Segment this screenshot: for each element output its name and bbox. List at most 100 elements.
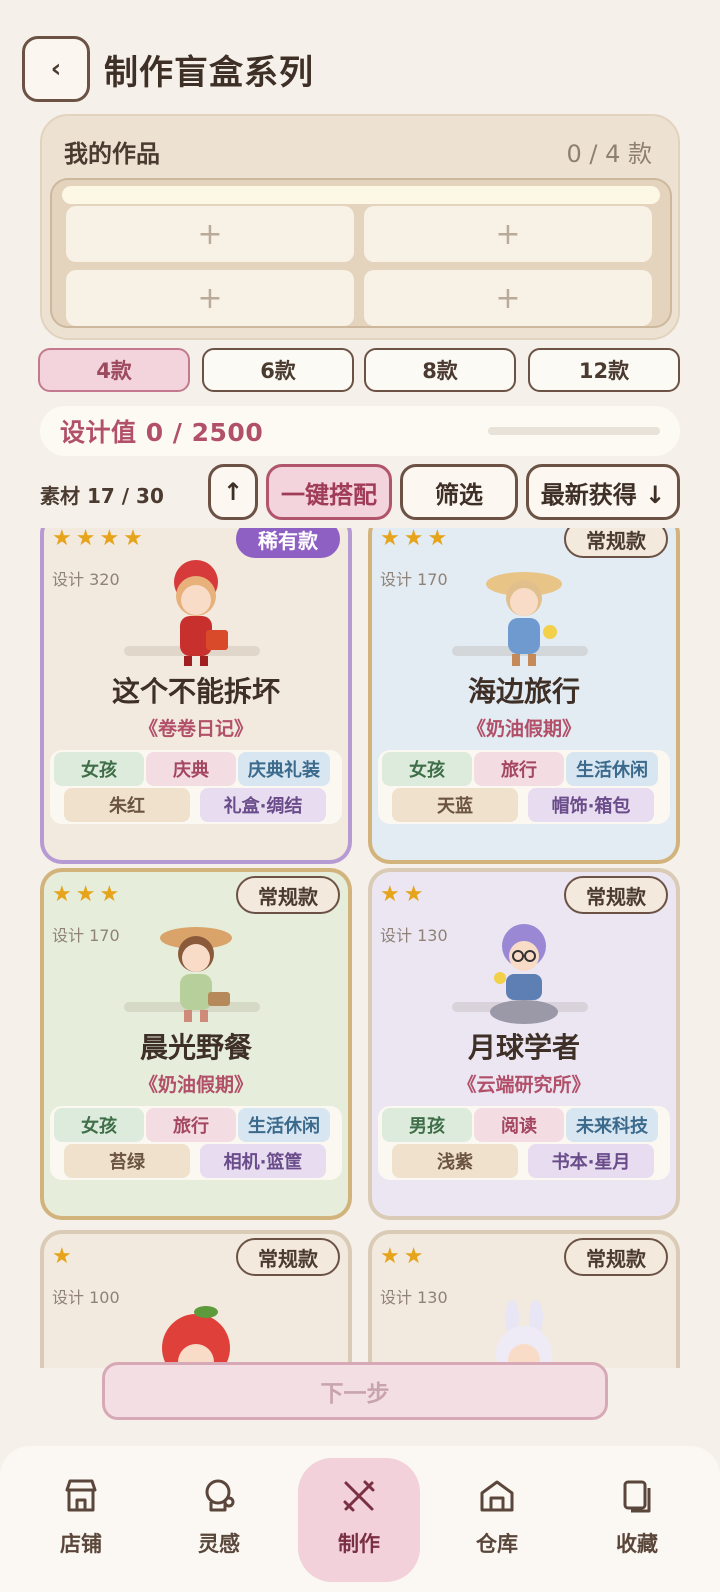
nav-label: 灵感 xyxy=(198,1532,240,1556)
store-icon xyxy=(65,1479,97,1512)
nav-label: 收藏 xyxy=(616,1532,658,1556)
card-tags: 男孩 阅读 未来科技 浅紫 书本·星月 xyxy=(378,1106,670,1180)
material-count: 素材 17 / 30 xyxy=(40,484,164,508)
works-tray: + + + + xyxy=(50,178,672,328)
card-stars: ★★★★ xyxy=(52,528,147,551)
sort-dropdown[interactable]: 最新获得 ↓ xyxy=(526,464,680,520)
works-count: 0 / 4 款 xyxy=(566,140,652,168)
card-name: 月球学者 xyxy=(467,1031,580,1064)
my-works-panel: 我的作品 0 / 4 款 + + + + xyxy=(40,114,680,340)
work-slot-2[interactable]: + xyxy=(364,206,652,262)
collection-icon xyxy=(623,1480,651,1513)
card-design-value: 设计 130 xyxy=(380,926,448,945)
card-series: 《奶油假期》 xyxy=(466,718,581,740)
back-button[interactable]: ‹ xyxy=(22,36,90,102)
card-series: 《云端研究所》 xyxy=(457,1074,591,1096)
arrow-up-icon: ↑ xyxy=(222,478,244,506)
card-stars: ★★★ xyxy=(380,528,452,551)
tag: 天蓝 xyxy=(392,788,518,822)
tag: 生活休闲 xyxy=(238,1108,330,1142)
work-slot-1[interactable]: + xyxy=(66,206,354,262)
nav-label: 店铺 xyxy=(60,1532,102,1556)
auto-match-button[interactable]: 一键搭配 xyxy=(266,464,392,520)
tag: 相机·篮筐 xyxy=(200,1144,326,1178)
doll-figure-icon xyxy=(160,927,232,1022)
work-slot-4[interactable]: + xyxy=(364,270,652,326)
card-stars: ★★ xyxy=(380,882,428,907)
card-stars: ★★ xyxy=(380,1244,428,1269)
nav-item-store[interactable]: 店铺 xyxy=(20,1458,142,1582)
bottom-navigation: 店铺 灵感 制作 仓库 收藏 xyxy=(0,1446,720,1592)
card-design-value: 设计 170 xyxy=(52,926,120,945)
material-card[interactable]: ★★★★ 稀有款 设计 320 这个不能拆坏 《卷卷日记》 女孩 庆典 庆典礼装… xyxy=(40,528,352,864)
design-value-bar: 设计值 0 / 2500 xyxy=(40,406,680,456)
tag: 帽饰·箱包 xyxy=(528,788,654,822)
tag: 庆典礼装 xyxy=(238,752,330,786)
nav-item-warehouse[interactable]: 仓库 xyxy=(436,1458,558,1582)
card-design-value: 设计 170 xyxy=(380,570,448,589)
nav-item-make[interactable]: 制作 xyxy=(298,1458,420,1582)
next-step-button[interactable]: 下一步 xyxy=(102,1362,608,1420)
design-progress-track xyxy=(488,427,660,435)
tab-12-items[interactable]: 12款 xyxy=(528,348,680,392)
card-stars: ★ xyxy=(52,1244,76,1269)
work-slot-3[interactable]: + xyxy=(66,270,354,326)
doll-figure-icon xyxy=(174,560,228,666)
material-card[interactable]: ★ 常规款 设计 100 xyxy=(40,1230,352,1368)
tag: 阅读 xyxy=(474,1108,564,1142)
tag: 浅紫 xyxy=(392,1144,518,1178)
tag: 生活休闲 xyxy=(566,752,658,786)
tag: 旅行 xyxy=(146,1108,236,1142)
material-card[interactable]: ★★★ 常规款 设计 170 海边旅行 《奶油假期》 女孩 旅行 生活休闲 天蓝… xyxy=(368,528,680,864)
tools-icon xyxy=(343,1480,375,1512)
card-name: 这个不能拆坏 xyxy=(111,675,280,708)
tab-4-items[interactable]: 4款 xyxy=(38,348,190,392)
apple-doll-figure-icon xyxy=(162,1306,230,1368)
inspiration-icon xyxy=(205,1479,235,1512)
bunny-doll-figure-icon xyxy=(496,1300,552,1368)
design-value-text: 设计值 0 / 2500 xyxy=(60,418,264,447)
header: ‹ 制作盲盒系列 xyxy=(22,36,702,102)
tag: 旅行 xyxy=(474,752,564,786)
tab-6-items[interactable]: 6款 xyxy=(202,348,354,392)
card-tags: 女孩 旅行 生活休闲 苔绿 相机·篮筐 xyxy=(50,1106,342,1180)
card-design-value: 设计 100 xyxy=(52,1288,120,1307)
card-name: 晨光野餐 xyxy=(139,1031,252,1064)
nav-item-inspiration[interactable]: 灵感 xyxy=(158,1458,280,1582)
tag: 礼盒·绸结 xyxy=(200,788,326,822)
card-series: 《卷卷日记》 xyxy=(138,718,253,740)
card-name: 海边旅行 xyxy=(467,675,580,708)
material-card[interactable]: ★★ 常规款 设计 130 月球学者 《云端研究所》 男孩 阅读 未来科技 浅紫… xyxy=(368,868,680,1220)
material-card[interactable]: ★★★ 常规款 设计 170 晨光野餐 《奶油假期》 女孩 旅行 生活休闲 苔绿… xyxy=(40,868,352,1220)
tab-8-items[interactable]: 8款 xyxy=(364,348,516,392)
tray-highlight xyxy=(62,186,660,204)
tag: 书本·星月 xyxy=(528,1144,654,1178)
nav-item-collection[interactable]: 收藏 xyxy=(576,1458,698,1582)
chevron-left-icon: ‹ xyxy=(50,54,62,84)
card-design-value: 设计 320 xyxy=(52,570,120,589)
doll-figure-icon xyxy=(490,924,558,1024)
nav-label: 制作 xyxy=(338,1532,380,1556)
tag: 朱红 xyxy=(64,788,190,822)
nav-label: 仓库 xyxy=(476,1532,518,1556)
tag: 男孩 xyxy=(382,1108,472,1142)
sort-up-button[interactable]: ↑ xyxy=(208,464,258,520)
doll-figure-icon xyxy=(486,572,562,666)
tag: 未来科技 xyxy=(566,1108,658,1142)
tag: 庆典 xyxy=(146,752,236,786)
filter-button[interactable]: 筛选 xyxy=(400,464,518,520)
page-title: 制作盲盒系列 xyxy=(104,52,314,93)
material-grid[interactable]: ★★★★ 稀有款 设计 320 这个不能拆坏 《卷卷日记》 女孩 庆典 庆典礼装… xyxy=(0,528,720,1368)
tag: 苔绿 xyxy=(64,1144,190,1178)
material-card[interactable]: ★★ 常规款 设计 130 xyxy=(368,1230,680,1368)
card-series: 《奶油假期》 xyxy=(138,1074,253,1096)
card-design-value: 设计 130 xyxy=(380,1288,448,1307)
tag: 女孩 xyxy=(54,752,144,786)
warehouse-icon xyxy=(480,1480,514,1512)
card-tags: 女孩 庆典 庆典礼装 朱红 礼盒·绸结 xyxy=(50,750,342,824)
works-title: 我的作品 xyxy=(64,140,160,168)
card-tags: 女孩 旅行 生活休闲 天蓝 帽饰·箱包 xyxy=(378,750,670,824)
tag: 女孩 xyxy=(54,1108,144,1142)
tag: 女孩 xyxy=(382,752,472,786)
card-stars: ★★★ xyxy=(52,882,124,907)
